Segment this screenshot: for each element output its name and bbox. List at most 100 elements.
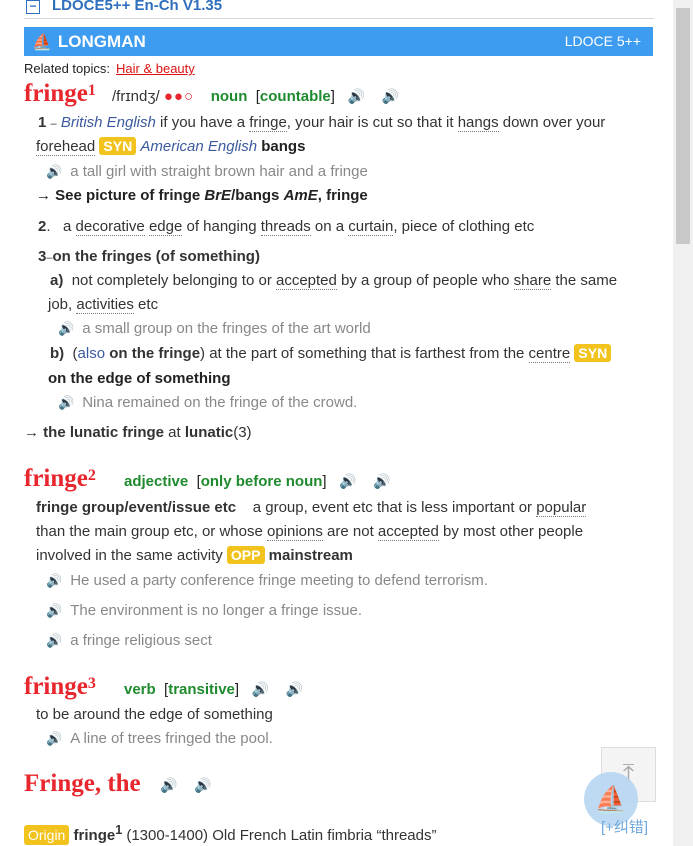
definition-text: are not bbox=[322, 523, 378, 540]
example-audio-icon[interactable]: 🔊 bbox=[46, 164, 62, 179]
dictionary-version: LDOCE 5++ bbox=[564, 33, 641, 49]
example-text: a fringe religious sect bbox=[70, 632, 212, 649]
report-error-link[interactable]: [+纠错] bbox=[601, 816, 648, 837]
origin-word: fringe bbox=[73, 827, 116, 844]
homograph-number: 2 bbox=[87, 467, 96, 484]
definition-text: the same bbox=[551, 272, 618, 289]
linked-word[interactable]: activities bbox=[76, 296, 134, 314]
phrase: the lunatic fringe bbox=[43, 424, 165, 441]
see-picture-text: See picture of fringe bbox=[55, 187, 201, 204]
headword-2: fringe2 bbox=[24, 465, 96, 493]
definition-text: , piece of clothing etc bbox=[393, 218, 535, 235]
american-audio-icon[interactable]: 🔊 bbox=[194, 777, 211, 793]
british-audio-icon[interactable]: 🔊 bbox=[347, 88, 364, 104]
example-audio-icon[interactable]: 🔊 bbox=[46, 731, 62, 746]
reference-word: lunatic bbox=[184, 424, 234, 441]
example-audio-icon[interactable]: 🔊 bbox=[58, 321, 74, 336]
homograph-number: 3 bbox=[87, 675, 96, 692]
definition-text: than the main group etc, or whose bbox=[36, 523, 267, 540]
linked-word[interactable]: accepted bbox=[377, 523, 439, 541]
scrollbar-thumb[interactable] bbox=[676, 8, 690, 244]
headword: fringe bbox=[24, 673, 88, 700]
definition-text: a bbox=[63, 218, 76, 235]
also-label: also bbox=[77, 345, 106, 362]
longman-banner: ⛵ LONGMAN LDOCE 5++ bbox=[24, 27, 653, 56]
linked-word[interactable]: curtain bbox=[348, 218, 394, 236]
homograph-number: 1 bbox=[87, 82, 96, 99]
frequency-dots: ●●○ bbox=[163, 88, 195, 105]
collapse-icon[interactable]: − bbox=[26, 0, 40, 14]
phrase: on the fringe bbox=[105, 345, 201, 362]
definition-text: , your hair is cut so that it bbox=[286, 114, 458, 131]
sense-3b-line-1: b) (also on the fringe) at the part of s… bbox=[50, 344, 612, 363]
verb-definition: to be around the edge of something bbox=[36, 706, 273, 723]
subsense-label: b) bbox=[50, 345, 65, 362]
headword: Fringe, the bbox=[24, 770, 141, 797]
linked-word[interactable]: threads bbox=[260, 218, 311, 236]
british-audio-icon[interactable]: 🔊 bbox=[252, 681, 269, 697]
opp-badge: OPP bbox=[226, 546, 265, 564]
linked-word[interactable]: edge bbox=[148, 218, 183, 236]
sense-1-line-2: forehead SYN American English bangs bbox=[36, 137, 305, 156]
sense-3: 3–on the fringes (of something) bbox=[38, 248, 260, 265]
phrase: on the fringes (of something) bbox=[52, 248, 260, 265]
brand-name: LONGMAN bbox=[57, 32, 146, 51]
example-audio-icon[interactable]: 🔊 bbox=[46, 603, 62, 618]
definition-text: job, bbox=[48, 296, 77, 313]
see-picture[interactable]: → See picture of fringe BrE/bangs AmE, f… bbox=[36, 187, 368, 204]
british-audio-icon[interactable]: 🔊 bbox=[160, 777, 177, 793]
example-text: The environment is no longer a fringe is… bbox=[70, 602, 363, 619]
example-audio-icon[interactable]: 🔊 bbox=[46, 573, 62, 588]
region-label: American English bbox=[140, 138, 258, 155]
linked-word[interactable]: forehead bbox=[36, 138, 96, 156]
linked-word[interactable]: hangs bbox=[457, 114, 499, 132]
linked-word[interactable]: fringe bbox=[249, 114, 287, 132]
linked-word[interactable]: accepted bbox=[275, 272, 337, 290]
ship-icon: ⛵ bbox=[32, 34, 52, 51]
definition-text: down over your bbox=[498, 114, 606, 131]
sense-3b-line-2: on the edge of something bbox=[48, 370, 231, 387]
example-sentence: 🔊 He used a party conference fringe meeti… bbox=[46, 572, 488, 589]
grammar-label: countable bbox=[259, 88, 331, 105]
linked-word[interactable]: decorative bbox=[75, 218, 145, 236]
definition-text: by a group of people who bbox=[336, 272, 514, 289]
dictionary-header: − LDOCE5++ En-Ch V1.35 bbox=[24, 0, 654, 19]
definition-text: at the part of something that is farthes… bbox=[205, 345, 529, 362]
example-audio-icon[interactable]: 🔊 bbox=[46, 633, 62, 648]
headword: fringe bbox=[24, 80, 88, 107]
example-sentence: 🔊 a small group on the fringes of the art… bbox=[58, 320, 371, 337]
american-audio-icon[interactable]: 🔊 bbox=[373, 473, 390, 489]
headword: fringe bbox=[24, 465, 88, 492]
synonym-phrase: on the edge of something bbox=[48, 370, 231, 387]
american-audio-icon[interactable]: 🔊 bbox=[286, 681, 303, 697]
definition-text: if you have a bbox=[155, 114, 250, 131]
dot: . bbox=[46, 218, 51, 235]
dictionary-title[interactable]: LDOCE5++ En-Ch V1.35 bbox=[52, 0, 222, 14]
cross-reference[interactable]: → the lunatic fringe at lunatic(3) bbox=[24, 424, 252, 441]
part-of-speech: adjective bbox=[124, 473, 189, 490]
british-audio-icon[interactable]: 🔊 bbox=[339, 473, 356, 489]
dictionary-content: − LDOCE5++ En-Ch V1.35 ⛵ LONGMAN LDOCE 5+… bbox=[0, 0, 673, 846]
region-label: British English bbox=[60, 114, 156, 131]
definition-text: on a bbox=[310, 218, 349, 235]
syn-badge: SYN bbox=[574, 344, 612, 362]
example-audio-icon[interactable]: 🔊 bbox=[58, 395, 74, 410]
linked-word[interactable]: popular bbox=[536, 499, 587, 517]
linked-word[interactable]: centre bbox=[528, 345, 571, 363]
grammar-label: only before noun bbox=[200, 473, 323, 490]
definition-text: by most other people bbox=[438, 523, 584, 540]
related-topic-link[interactable]: Hair & beauty bbox=[116, 61, 195, 76]
part-of-speech: verb bbox=[124, 681, 156, 698]
headword-3: fringe3 bbox=[24, 673, 96, 701]
example-sentence: 🔊 Nina remained on the fringe of the crow… bbox=[58, 394, 357, 411]
headword-1: fringe1 bbox=[24, 80, 96, 108]
see-end: , fringe bbox=[317, 187, 368, 204]
origin-line: Origin fringe1 (1300-1400) Old French La… bbox=[24, 823, 436, 845]
linked-word[interactable]: share bbox=[513, 272, 552, 290]
american-audio-icon[interactable]: 🔊 bbox=[382, 88, 399, 104]
linked-word[interactable]: opinions bbox=[266, 523, 323, 541]
adj-def-line-2: than the main group etc, or whose opinio… bbox=[36, 523, 584, 541]
entry-2-meta: adjective [only before noun] 🔊 🔊 bbox=[124, 473, 391, 490]
vertical-scrollbar[interactable] bbox=[673, 0, 693, 846]
see-slash: /bangs bbox=[231, 187, 284, 204]
